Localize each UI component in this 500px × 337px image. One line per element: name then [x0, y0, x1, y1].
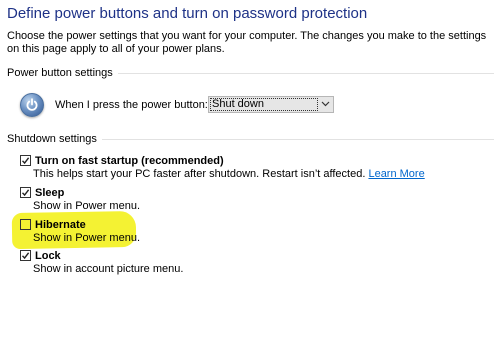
power-button-settings-section: Power button settings: [7, 66, 494, 80]
checkmark-icon: [21, 157, 30, 165]
sleep-label[interactable]: Sleep: [35, 187, 64, 199]
hibernate-checkbox[interactable]: [20, 219, 31, 230]
hibernate-label[interactable]: Hibernate: [35, 219, 86, 231]
sleep-checkbox[interactable]: [20, 187, 31, 198]
fast-startup-option: Turn on fast startup (recommended) This …: [20, 154, 425, 181]
lock-description: Show in account picture menu.: [33, 263, 184, 275]
power-button-action-select[interactable]: Shut down: [208, 96, 334, 113]
hibernate-description: Show in Power menu.: [33, 232, 140, 244]
description-text: This helps start your PC faster after sh…: [33, 168, 366, 180]
section-divider: [117, 72, 494, 74]
chevron-down-icon: [321, 101, 330, 107]
fast-startup-checkbox[interactable]: [20, 155, 31, 166]
checkmark-icon: [21, 189, 30, 197]
section-label: Power button settings: [7, 67, 113, 79]
selected-value: Shut down: [210, 98, 318, 111]
section-label: Shutdown settings: [7, 133, 97, 145]
lock-option: Lock Show in account picture menu.: [20, 249, 183, 276]
power-button-label: When I press the power button:: [55, 99, 208, 111]
sleep-option: Sleep Show in Power menu.: [20, 186, 140, 213]
power-button-row: When I press the power button:: [20, 93, 208, 117]
fast-startup-description: This helps start your PC faster after sh…: [33, 167, 425, 181]
hibernate-option: Hibernate Show in Power menu.: [20, 218, 140, 245]
lock-label[interactable]: Lock: [35, 250, 61, 262]
checkmark-icon: [21, 252, 30, 260]
lock-checkbox[interactable]: [20, 250, 31, 261]
page-title: Define power buttons and turn on passwor…: [7, 5, 368, 22]
section-divider: [101, 138, 494, 140]
fast-startup-label[interactable]: Turn on fast startup (recommended): [35, 155, 224, 167]
shutdown-settings-section: Shutdown settings: [7, 132, 494, 146]
page-description: Choose the power settings that you want …: [7, 30, 487, 55]
learn-more-link[interactable]: Learn More: [368, 168, 424, 180]
power-icon: [20, 93, 44, 117]
